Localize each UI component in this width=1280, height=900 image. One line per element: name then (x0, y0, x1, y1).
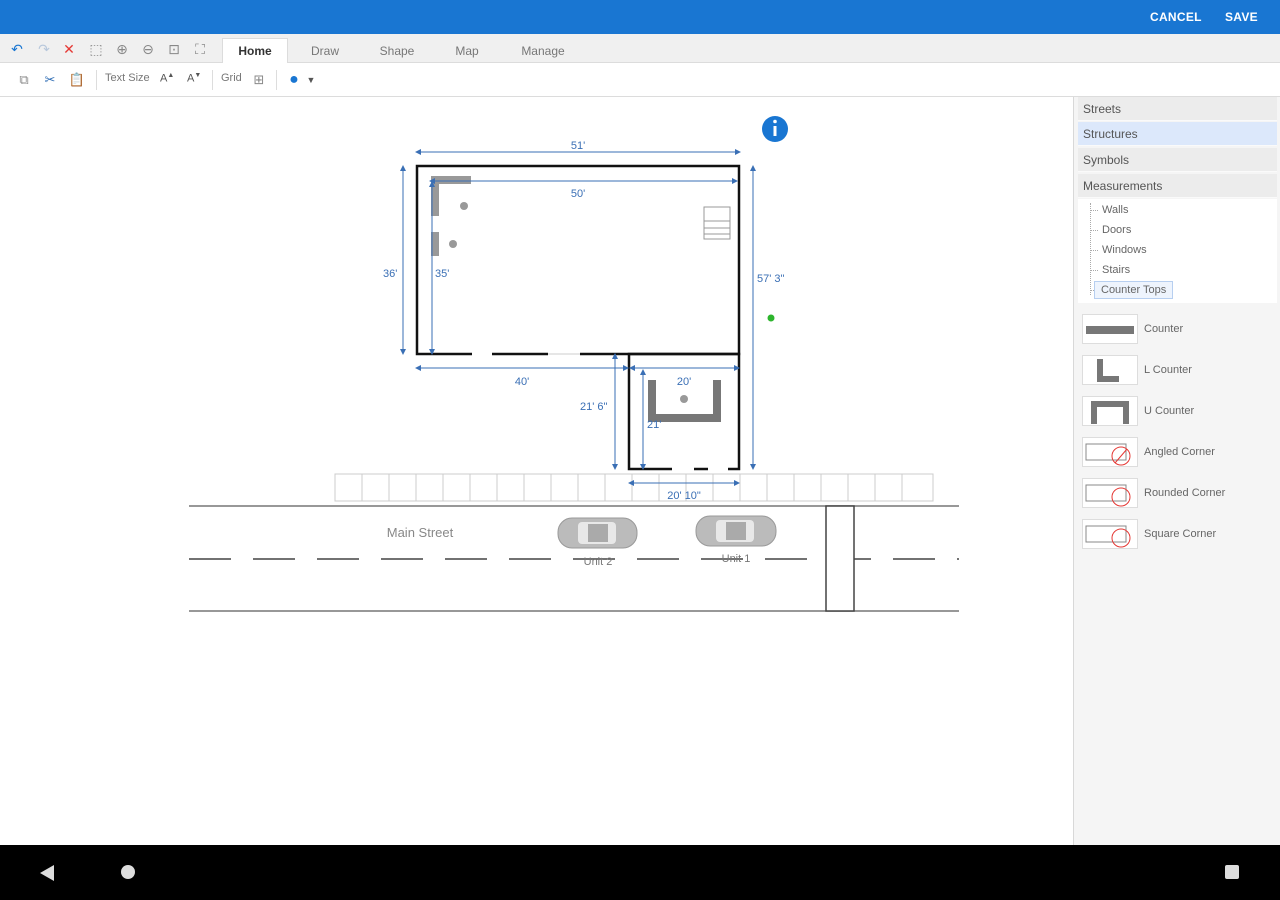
home-icon[interactable] (120, 864, 136, 880)
grid-icon[interactable]: ⊞ (250, 71, 268, 89)
tree-item-stairs[interactable]: Stairs (1102, 264, 1130, 276)
tab-map[interactable]: Map (446, 38, 488, 63)
ribbon-tab-bar: ↶ ↷ ✕ ⬚ ⊕ ⊖ ⊡ ⛶ Home Draw Shape Map Mana… (0, 34, 1280, 63)
dimension-label: 21' 6" (580, 401, 608, 413)
tab-manage[interactable]: Manage (512, 38, 574, 63)
recents-icon[interactable] (1224, 864, 1240, 880)
dimension-label: 20' 10" (667, 490, 701, 502)
u-counter-icon (1082, 396, 1138, 426)
select-area-icon[interactable]: ⬚ (87, 40, 105, 58)
zoom-in-icon[interactable]: ⊕ (113, 40, 131, 58)
text-size-label: Text Size (105, 72, 150, 84)
tab-draw[interactable]: Draw (300, 38, 350, 63)
tab-shape[interactable]: Shape (370, 38, 424, 63)
increase-text-size-button[interactable]: A▲ (160, 72, 174, 85)
stencil-u-counter[interactable]: U Counter (1078, 393, 1277, 431)
stencil-counter[interactable]: Counter (1078, 311, 1277, 349)
dimension-label: 21' (647, 419, 661, 431)
tree-item-windows[interactable]: Windows (1102, 244, 1147, 256)
stencil-label: Angled Corner (1144, 446, 1215, 458)
category-streets[interactable]: Streets (1078, 97, 1277, 121)
stencil-label: Rounded Corner (1144, 487, 1226, 499)
tab-home[interactable]: Home (222, 38, 288, 63)
system-navigation-bar (0, 845, 1280, 900)
drawing-canvas[interactable]: Main Street Unit 2 Unit 1 51' 50' 36' 35… (0, 97, 1073, 845)
structure-tree: Walls Doors Windows Stairs Counter Tops (1078, 199, 1277, 303)
street-label: Main Street (387, 525, 454, 540)
help-icon[interactable]: ● (285, 71, 303, 89)
tree-item-counter-tops[interactable]: Counter Tops (1094, 281, 1174, 299)
square-corner-icon (1082, 519, 1138, 549)
stencil-l-counter[interactable]: L Counter (1078, 352, 1277, 390)
angled-corner-icon (1082, 437, 1138, 467)
fit-page-icon[interactable]: ⛶ (191, 40, 209, 58)
tree-line (1090, 203, 1091, 295)
cut-icon[interactable]: ✂ (41, 71, 59, 89)
rounded-corner-icon (1082, 478, 1138, 508)
ribbon-toolbar: ⧉ ✂ 📋 Text Size A▲ A▼ Grid ⊞ ● ▼ (0, 63, 1280, 97)
floor-plan-drawing[interactable]: Main Street Unit 2 Unit 1 51' 50' 36' 35… (0, 97, 1073, 845)
redo-icon[interactable]: ↷ (35, 40, 53, 58)
category-symbols[interactable]: Symbols (1078, 148, 1277, 172)
tree-tick (1090, 250, 1098, 251)
sidewalk[interactable] (334, 473, 934, 502)
toolbar-divider (276, 70, 277, 90)
stencil-label: U Counter (1144, 405, 1195, 417)
top-app-bar: CANCEL SAVE (0, 0, 1280, 34)
dimension-label: 50' (571, 188, 585, 200)
unit-2-label: Unit 2 (584, 556, 613, 568)
cancel-button[interactable]: CANCEL (1150, 10, 1202, 24)
category-structures[interactable]: Structures (1078, 122, 1277, 146)
stencil-square-corner[interactable]: Square Corner (1078, 516, 1277, 554)
stencil-rounded-corner[interactable]: Rounded Corner (1078, 475, 1277, 513)
info-icon[interactable] (762, 116, 788, 142)
tree-tick (1090, 270, 1098, 271)
zoom-fit-icon[interactable]: ⊡ (165, 40, 183, 58)
dimension-labels: 51' 50' 36' 35' 57' 3" 40' 20' 21' 6" 21… (383, 140, 785, 502)
dimension-label: 57' 3" (757, 273, 785, 285)
tree-item-walls[interactable]: Walls (1102, 204, 1128, 216)
zoom-out-icon[interactable]: ⊖ (139, 40, 157, 58)
dimension-label: 51' (571, 140, 585, 152)
dimension-label: 36' (383, 268, 397, 280)
grid-label: Grid (221, 72, 242, 84)
delete-icon[interactable]: ✕ (60, 40, 78, 58)
dimension-label: 20' (677, 376, 691, 388)
anchor-handle[interactable] (767, 314, 775, 322)
stencil-label: Square Corner (1144, 528, 1217, 540)
decrease-text-size-button[interactable]: A▼ (187, 72, 201, 85)
car-unit-2[interactable] (557, 517, 638, 549)
annex-structure[interactable] (627, 352, 741, 472)
tree-tick (1090, 210, 1098, 211)
toolbar-divider (96, 70, 97, 90)
unit-1-label: Unit 1 (722, 553, 751, 565)
paste-icon[interactable]: 📋 (68, 71, 86, 89)
dimension-lines (400, 149, 756, 486)
counter-icon (1082, 314, 1138, 344)
save-button[interactable]: SAVE (1225, 10, 1258, 24)
category-measurements[interactable]: Measurements (1078, 174, 1277, 198)
dimension-label: 35' (435, 268, 449, 280)
dimension-label: 40' (515, 376, 529, 388)
stencil-label: L Counter (1144, 364, 1192, 376)
back-icon[interactable] (38, 863, 56, 883)
tree-item-doors[interactable]: Doors (1102, 224, 1131, 236)
copy-icon[interactable]: ⧉ (15, 71, 33, 89)
stencil-angled-corner[interactable]: Angled Corner (1078, 434, 1277, 472)
stencil-panel: Streets Structures Symbols Measurements … (1073, 97, 1280, 845)
undo-icon[interactable]: ↶ (8, 40, 26, 58)
tree-tick (1090, 230, 1098, 231)
stencil-label: Counter (1144, 323, 1184, 335)
toolbar-divider (212, 70, 213, 90)
chevron-down-icon[interactable]: ▼ (302, 71, 320, 89)
l-counter-icon (1082, 355, 1138, 385)
car-unit-1[interactable] (695, 515, 777, 547)
